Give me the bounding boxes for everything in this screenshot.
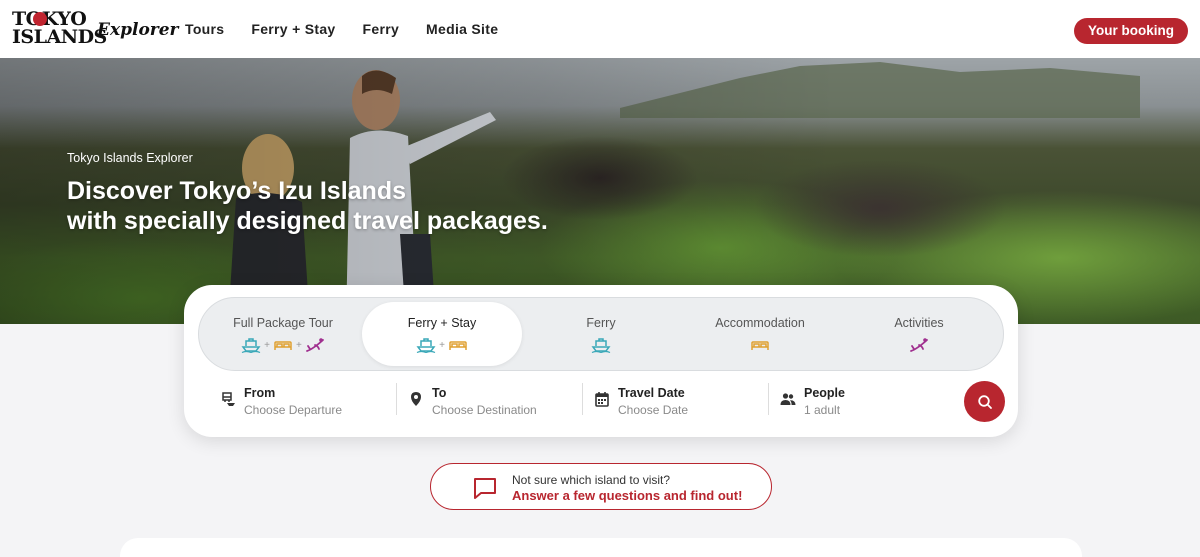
to-label: To [432, 386, 447, 400]
people-field[interactable]: People 1 adult [774, 381, 954, 421]
tab-accommodation[interactable]: Accommodation [680, 302, 840, 366]
nav-ferry-stay[interactable]: Ferry + Stay [251, 21, 335, 37]
people-icon [780, 393, 796, 405]
bed-icon [751, 341, 769, 350]
nav-tours[interactable]: Tours [185, 21, 224, 37]
people-label: People [804, 386, 845, 400]
quiz-cta: Answer a few questions and find out! [512, 488, 743, 503]
site-header: TOKYO ISLANDS Explorer Tours Ferry + Sta… [0, 0, 1200, 58]
from-field[interactable]: From Choose Departure [214, 381, 394, 421]
hero-subtitle: Tokyo Islands Explorer [67, 151, 193, 165]
tab-label: Ferry + Stay [407, 316, 477, 330]
bed-icon [449, 341, 467, 350]
travel-date-value: Choose Date [618, 403, 689, 417]
ferry-stop-icon [222, 392, 235, 406]
ferry-icon [591, 338, 611, 353]
bed-icon [274, 341, 292, 350]
main-nav: Tours Ferry + Stay Ferry Media Site [185, 0, 498, 58]
field-divider [396, 383, 397, 415]
field-divider [582, 383, 583, 415]
tab-icons: + [362, 337, 522, 353]
logo-sun-icon [33, 12, 47, 26]
search-card: Full Package Tour + + Ferry + Stay + Fer… [184, 285, 1018, 437]
search-fields: From Choose Departure To Choose Destinat… [214, 381, 964, 429]
tab-label: Accommodation [715, 316, 805, 330]
from-value: Choose Departure [244, 403, 343, 417]
tab-icons: + + [203, 337, 363, 353]
to-value: Choose Destination [432, 403, 537, 417]
ferry-icon [416, 338, 436, 353]
travel-date-field[interactable]: Travel Date Choose Date [588, 381, 768, 421]
to-field[interactable]: To Choose Destination [402, 381, 582, 421]
tab-label: Full Package Tour [233, 316, 333, 330]
hero-title-line1: Discover Tokyo’s Izu Islands [67, 177, 407, 205]
logo-wordmark: TOKYO ISLANDS [12, 10, 107, 48]
tab-icons [839, 337, 999, 353]
nav-media-site[interactable]: Media Site [426, 21, 498, 37]
tab-icons [680, 337, 840, 353]
tab-ferry-stay[interactable]: Ferry + Stay + [362, 302, 522, 366]
ferry-icon [241, 338, 261, 353]
hero-title-line2: with specially designed travel packages. [67, 207, 548, 235]
from-label: From [244, 386, 276, 400]
people-value: 1 adult [804, 403, 841, 417]
plus-icon: + [296, 339, 302, 351]
activity-icon [305, 338, 324, 352]
tab-icons [521, 337, 681, 353]
hero-title: Discover Tokyo’s Izu Islands with specia… [67, 176, 587, 236]
calendar-icon [595, 392, 609, 407]
search-icon [977, 394, 992, 409]
your-booking-button[interactable]: Your booking [1074, 18, 1188, 44]
plus-icon: + [439, 339, 445, 351]
quiz-question: Not sure which island to visit? [512, 473, 671, 487]
content-panel [120, 538, 1082, 557]
search-button[interactable] [964, 381, 1005, 422]
tab-label: Ferry [586, 316, 616, 330]
chat-bubble-icon [474, 478, 496, 499]
island-quiz-button[interactable]: Not sure which island to visit? Answer a… [430, 463, 772, 510]
site-logo[interactable]: TOKYO ISLANDS Explorer [12, 10, 179, 50]
nav-ferry[interactable]: Ferry [363, 21, 400, 37]
tab-activities[interactable]: Activities [839, 302, 999, 366]
activity-icon [910, 338, 928, 352]
logo-script: Explorer [97, 20, 179, 40]
map-pin-icon [411, 392, 421, 406]
field-divider [768, 383, 769, 415]
travel-date-label: Travel Date [618, 386, 685, 400]
plus-icon: + [264, 339, 270, 351]
tab-label: Activities [894, 316, 944, 330]
tab-full-package-tour[interactable]: Full Package Tour + + [203, 302, 363, 366]
product-tabs: Full Package Tour + + Ferry + Stay + Fer… [198, 297, 1004, 371]
tab-ferry[interactable]: Ferry [521, 302, 681, 366]
logo-line2: ISLANDS [12, 26, 107, 48]
